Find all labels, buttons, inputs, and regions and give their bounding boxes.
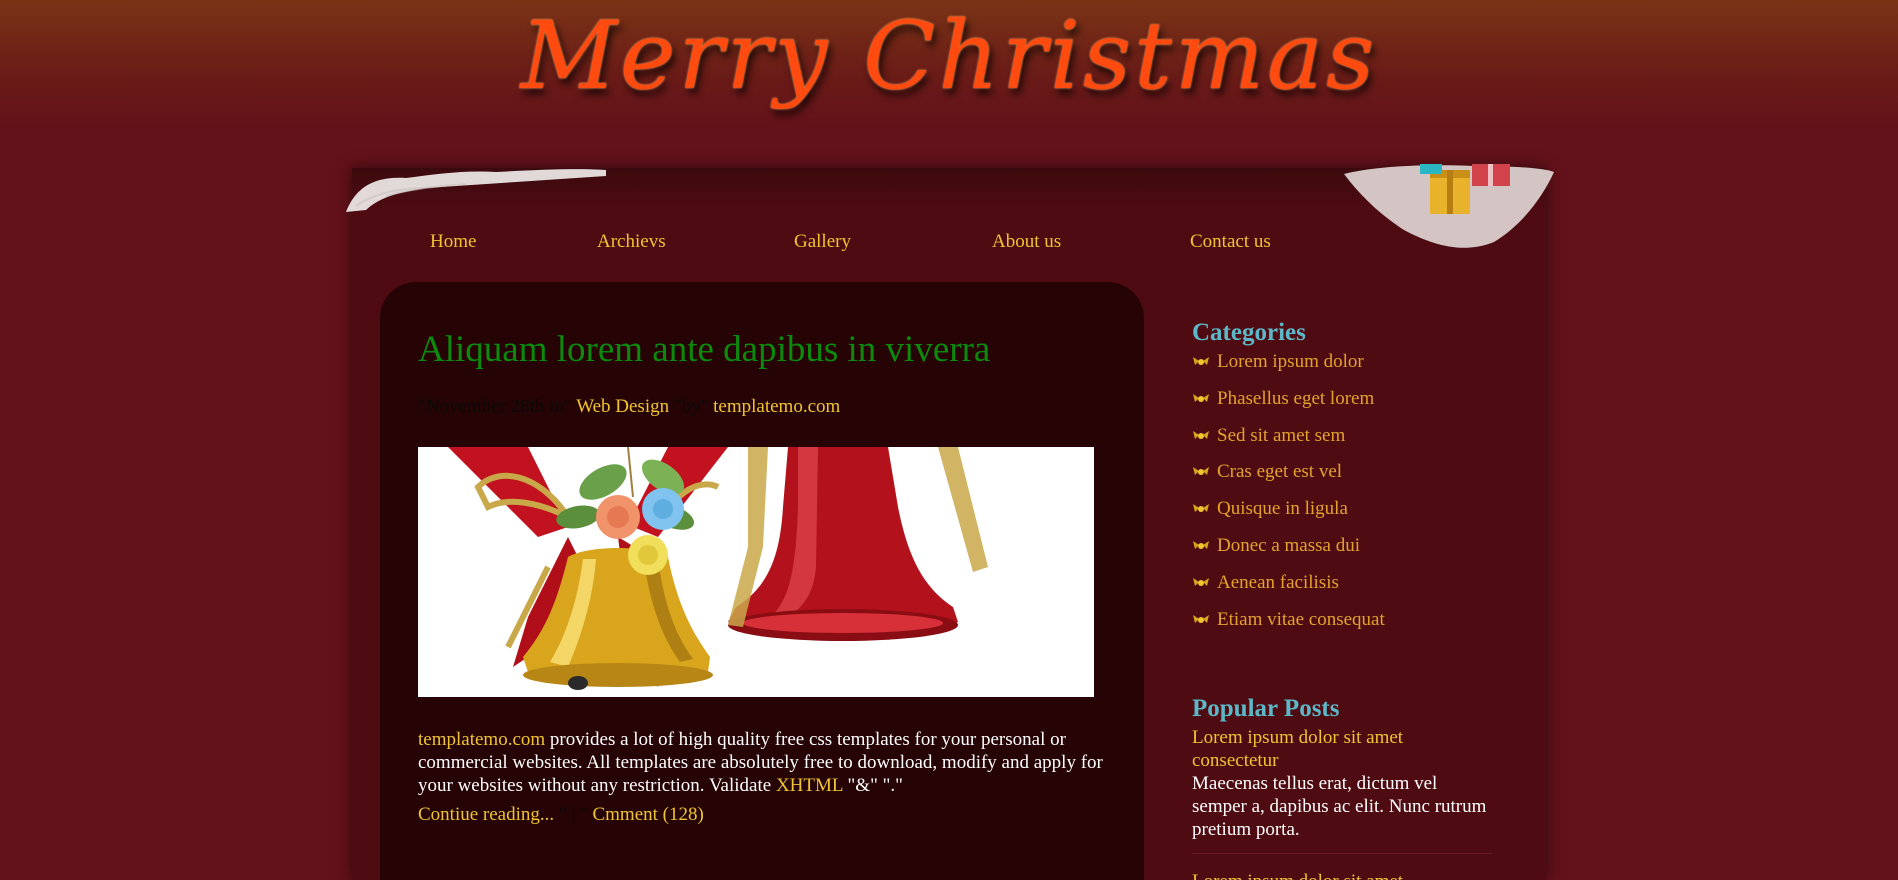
category-label: Donec a massa dui xyxy=(1217,534,1360,556)
category-item[interactable]: Donec a massa dui xyxy=(1192,532,1512,569)
category-item[interactable]: Sed sit amet sem xyxy=(1192,422,1512,459)
site-title: Merry Christmas xyxy=(520,2,1378,111)
holly-icon xyxy=(1193,504,1209,513)
category-label: Lorem ipsum dolor xyxy=(1217,351,1364,372)
category-label: Phasellus eget lorem xyxy=(1217,387,1375,409)
content-panel: Aliquam lorem ante dapibus in viverra "N… xyxy=(380,282,1144,880)
popular-posts: Popular Posts Lorem ipsum dolor sit amet… xyxy=(1192,694,1492,880)
post-body-tail: "&" "." xyxy=(842,775,903,796)
popular-post-title[interactable]: Lorem ipsum dolor sit amet xyxy=(1192,870,1492,880)
category-item[interactable]: Etiam vitae consequat xyxy=(1192,606,1512,643)
popular-post-excerpt: Maecenas tellus erat, dictum vel semper … xyxy=(1192,773,1487,840)
categories-list: Lorem ipsum dolor Phasellus eget lorem S… xyxy=(1192,348,1512,642)
nav-archives[interactable]: Archievs xyxy=(597,222,666,262)
category-item[interactable]: Phasellus eget lorem xyxy=(1192,385,1512,422)
post-category-link[interactable]: Web Design xyxy=(576,396,669,417)
post-body-site-link[interactable]: templatemo.com xyxy=(418,729,545,750)
popular-post: Lorem ipsum dolor sit amet consectetur M… xyxy=(1192,726,1492,841)
holly-icon xyxy=(1193,357,1209,365)
post-date: "November 28th in" xyxy=(418,396,572,417)
category-label: Aenean facilisis xyxy=(1217,571,1339,593)
post-title[interactable]: Aliquam lorem ante dapibus in viverra xyxy=(418,328,990,371)
post-footer-separator: " | " xyxy=(558,804,588,825)
nav-home[interactable]: Home xyxy=(430,222,476,262)
holly-icon xyxy=(1193,430,1209,439)
post-image xyxy=(418,447,1094,697)
page: Merry Christmas Home Archievs Gallery Ab… xyxy=(0,0,1898,880)
snow-left-decoration xyxy=(346,169,606,212)
post-by: "by" xyxy=(673,396,709,417)
post-body: templatemo.com provides a lot of high qu… xyxy=(418,728,1108,797)
post-author-link[interactable]: templatemo.com xyxy=(713,396,840,417)
holly-icon xyxy=(1193,614,1209,623)
category-item[interactable]: Quisque in ligula xyxy=(1192,495,1512,532)
holly-icon xyxy=(1193,577,1209,586)
popular-post-title[interactable]: Lorem ipsum dolor sit amet consectetur xyxy=(1192,726,1492,772)
popular-posts-heading: Popular Posts xyxy=(1192,695,1340,722)
nav-about-us[interactable]: About us xyxy=(992,222,1061,262)
nav-contact-us[interactable]: Contact us xyxy=(1190,222,1271,262)
holly-icon xyxy=(1193,540,1209,549)
nav-gallery[interactable]: Gallery xyxy=(794,222,851,262)
xhtml-link[interactable]: XHTML xyxy=(776,775,843,796)
category-item[interactable]: Aenean facilisis xyxy=(1192,569,1512,606)
sidebar: Categories Lorem ipsum dolor Phasellus e… xyxy=(1192,318,1512,880)
categories-heading: Categories xyxy=(1192,319,1306,346)
read-more-link[interactable]: Contiue reading... xyxy=(418,804,554,825)
category-item[interactable]: Cras eget est vel xyxy=(1192,458,1512,495)
main-container: Home Archievs Gallery About us Contact u… xyxy=(346,164,1554,880)
comments-link[interactable]: Cmment (128) xyxy=(592,804,703,825)
category-label: Etiam vitae consequat xyxy=(1217,608,1385,630)
category-label: Sed sit amet sem xyxy=(1217,424,1346,446)
popular-post: Lorem ipsum dolor sit amet xyxy=(1192,870,1492,880)
post-meta: "November 28th in" Web Design "by" templ… xyxy=(418,396,840,418)
christmas-bells-image xyxy=(418,447,1094,697)
holly-icon xyxy=(1193,393,1209,402)
gift-snow-decoration xyxy=(1344,164,1554,248)
main-nav: Home Archievs Gallery About us Contact u… xyxy=(390,222,1290,262)
category-item[interactable]: Lorem ipsum dolor xyxy=(1192,348,1512,385)
category-label: Quisque in ligula xyxy=(1217,498,1348,520)
post-footer: Contiue reading... " | " Cmment (128) xyxy=(418,804,704,826)
holly-icon xyxy=(1193,467,1209,476)
category-label: Cras eget est vel xyxy=(1217,461,1343,483)
popular-post-divider xyxy=(1192,853,1492,854)
header: Merry Christmas xyxy=(0,0,1898,168)
